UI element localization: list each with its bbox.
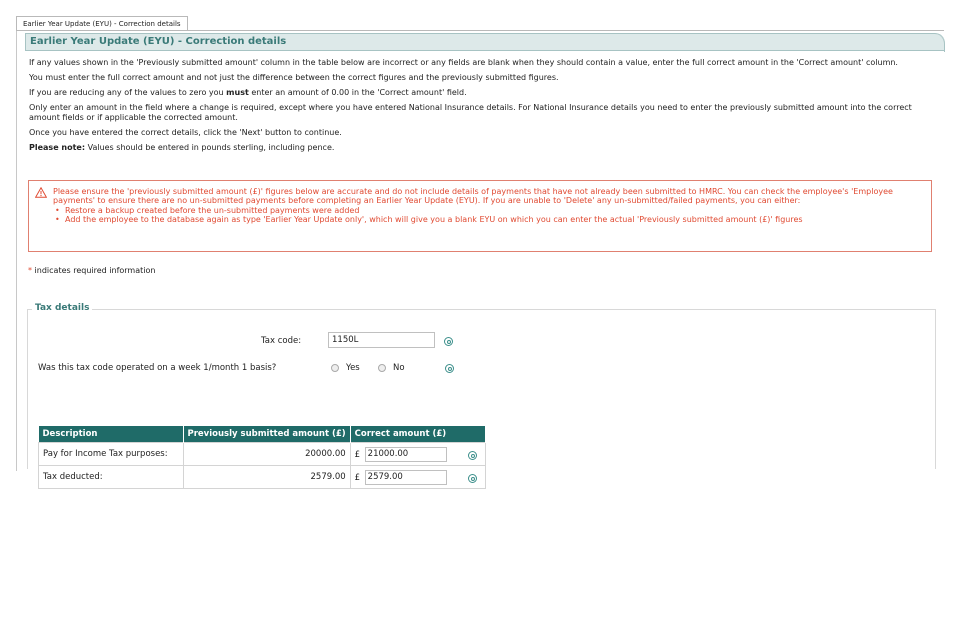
correct-amount-input[interactable]: 2579.00 [364, 469, 447, 485]
required-note: * indicates required information [28, 266, 156, 275]
tab-strip: Earlier Year Update (EYU) - Correction d… [16, 16, 944, 31]
correct-amount-input[interactable]: 21000.00 [364, 446, 447, 462]
warning-list: Restore a backup created before the un-s… [53, 206, 923, 224]
instruction-1: If any values shown in the 'Previously s… [29, 58, 898, 67]
tax-amounts-table: Description Previously submitted amount … [38, 426, 486, 489]
week1-yes-label: Yes [346, 363, 360, 373]
week1-month1-label: Was this tax code operated on a week 1/m… [38, 363, 277, 373]
row-correct-cell: £2579.00 [349, 465, 486, 489]
warning-text: Please ensure the 'previously submitted … [53, 187, 923, 224]
warning-box: Please ensure the 'previously submitted … [28, 180, 932, 252]
instruction-2: You must enter the full correct amount a… [29, 73, 559, 82]
pay-help-icon[interactable] [468, 451, 477, 460]
week1-yes-radio[interactable] [331, 364, 339, 372]
tax-details-legend: Tax details [32, 303, 93, 313]
tax-code-label: Tax code: [261, 336, 302, 346]
col-previous-amount: Previously submitted amount (£) [183, 426, 351, 443]
row-previous-amount: 20000.00 [182, 442, 351, 466]
instruction-5: Once you have entered the correct detail… [29, 128, 342, 137]
please-note-label: Please note: [29, 143, 86, 152]
tax-deducted-help-icon[interactable] [468, 474, 477, 483]
instructions: If any values shown in the 'Previously s… [29, 58, 934, 158]
week1-help-icon[interactable] [445, 364, 454, 373]
must-text: must [226, 88, 249, 97]
col-description: Description [38, 426, 184, 443]
instruction-3: If you are reducing any of the values to… [29, 88, 467, 97]
row-description: Pay for Income Tax purposes: [38, 442, 184, 466]
currency-symbol: £ [354, 449, 361, 460]
correction-panel: Earlier Year Update (EYU) - Correction d… [16, 31, 945, 489]
tax-code-help-icon[interactable] [444, 337, 453, 346]
warning-item-readd: Add the employee to the database again a… [55, 215, 923, 224]
row-previous-amount: 2579.00 [182, 465, 351, 489]
instruction-4: Only enter an amount in the field where … [29, 103, 912, 122]
currency-symbol: £ [354, 472, 361, 483]
warning-message: Please ensure the 'previously submitted … [53, 187, 893, 205]
table-header-row: Description Previously submitted amount … [38, 426, 486, 443]
week1-no-radio[interactable] [378, 364, 386, 372]
table-row: Tax deducted: 2579.00 £2579.00 [38, 465, 486, 489]
warning-icon [35, 187, 47, 198]
row-description: Tax deducted: [38, 465, 184, 489]
week1-no-label: No [393, 363, 405, 373]
panel-title: Earlier Year Update (EYU) - Correction d… [30, 36, 287, 47]
panel-header: Earlier Year Update (EYU) - Correction d… [25, 33, 945, 52]
tab-correction-details[interactable]: Earlier Year Update (EYU) - Correction d… [16, 16, 188, 30]
warning-item-restore: Restore a backup created before the un-s… [55, 206, 923, 215]
tax-code-input[interactable]: 1150L [328, 332, 435, 348]
table-row: Pay for Income Tax purposes: 20000.00 £2… [38, 442, 486, 466]
instruction-6: Please note: Values should be entered in… [29, 143, 335, 152]
row-correct-cell: £21000.00 [349, 442, 486, 466]
tax-details-fieldset: Tax details Tax code: 1150L Was this tax… [27, 303, 936, 489]
col-correct-amount: Correct amount (£) [350, 426, 486, 443]
